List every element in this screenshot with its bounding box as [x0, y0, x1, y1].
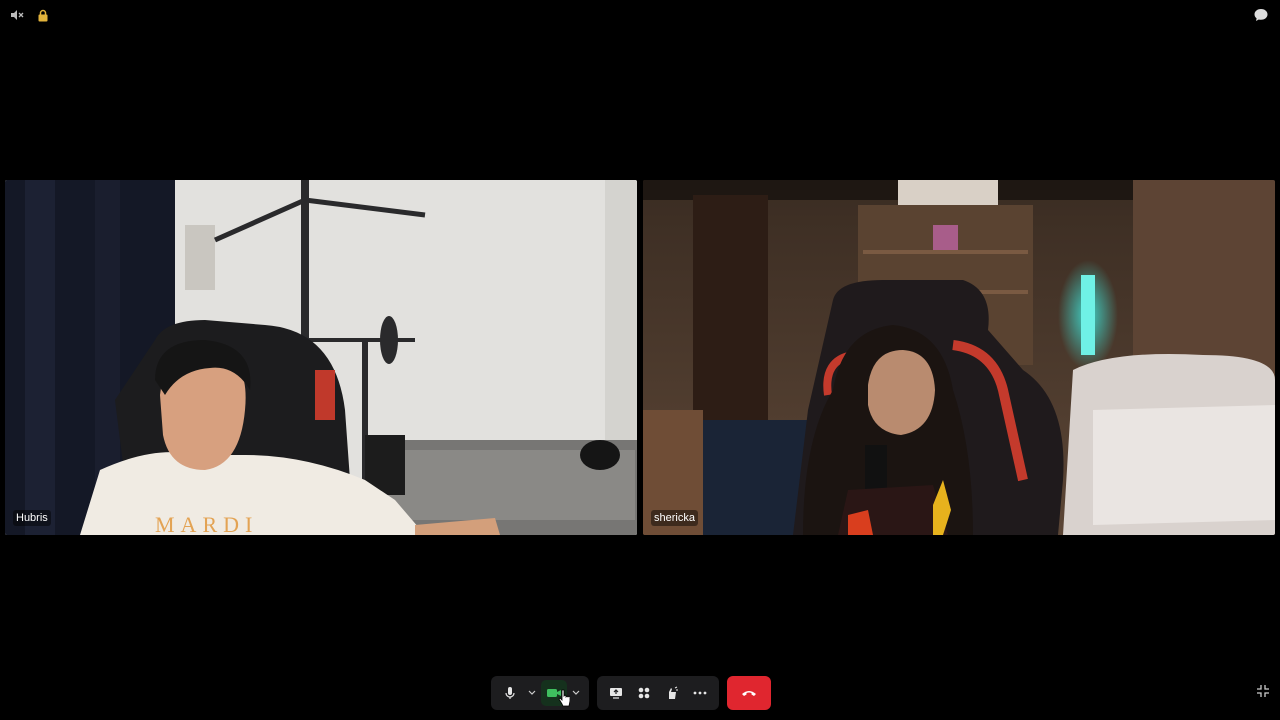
call-toolbar: [491, 676, 771, 710]
apps-button[interactable]: [631, 680, 657, 706]
leave-call-button[interactable]: [727, 676, 771, 710]
hang-up-icon: [742, 691, 756, 696]
audio-video-group: [491, 676, 589, 710]
chevron-down-icon: [528, 690, 536, 695]
participant-name-shericka: shericka: [651, 510, 698, 526]
exit-fullscreen-icon: [1257, 685, 1269, 697]
microphone-button[interactable]: [497, 680, 523, 706]
speaker-muted-icon[interactable]: [8, 6, 26, 24]
microphone-icon: [505, 687, 515, 699]
svg-text:MARDI: MARDI: [155, 512, 258, 535]
actions-group: [597, 676, 719, 710]
chevron-down-icon: [572, 690, 580, 695]
apps-grid-icon: [638, 687, 650, 699]
more-options-button[interactable]: [687, 680, 713, 706]
participant-video-hubris: MARDI: [5, 180, 637, 535]
video-tile-shericka[interactable]: shericka: [643, 180, 1275, 535]
reactions-button[interactable]: [659, 680, 685, 706]
audio-options-button[interactable]: [525, 680, 539, 706]
video-tile-hubris[interactable]: MARDI Hubris: [5, 180, 637, 535]
top-right-controls: [1252, 6, 1270, 24]
camera-icon: [547, 689, 561, 697]
video-options-button[interactable]: [569, 680, 583, 706]
reactions-icon: [669, 686, 678, 699]
lock-icon[interactable]: [34, 6, 52, 24]
more-icon: [693, 691, 707, 695]
chat-bubble-icon[interactable]: [1252, 6, 1270, 24]
participant-video-shericka: [643, 180, 1275, 535]
top-left-status: [8, 6, 52, 24]
share-screen-icon: [610, 688, 622, 699]
camera-button[interactable]: [541, 680, 567, 706]
share-screen-button[interactable]: [603, 680, 629, 706]
exit-fullscreen-button[interactable]: [1256, 684, 1270, 703]
participant-name-hubris: Hubris: [13, 510, 51, 526]
